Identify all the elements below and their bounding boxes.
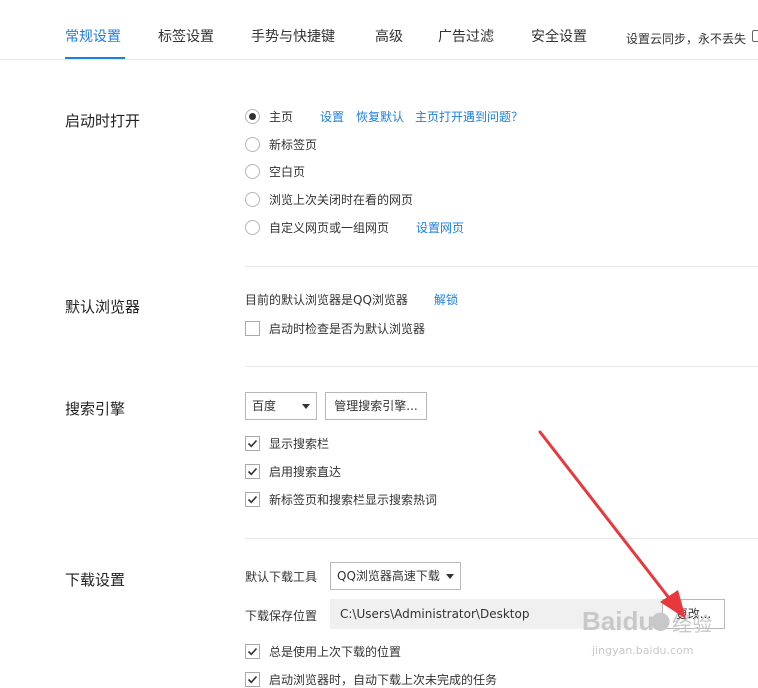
radio-last-session-label: 浏览上次关闭时在看的网页 bbox=[269, 193, 414, 207]
default-browser-status: 目前的默认浏览器是QQ浏览器 bbox=[245, 293, 408, 307]
restore-default-link[interactable]: 恢复默认 bbox=[356, 108, 404, 125]
download-tool-value: QQ浏览器高速下载 bbox=[337, 569, 440, 583]
download-tool-select[interactable]: QQ浏览器高速下载 bbox=[330, 562, 461, 590]
tab-ad-filter[interactable]: 广告过滤 bbox=[438, 26, 494, 46]
tab-security[interactable]: 安全设置 bbox=[531, 26, 587, 46]
watermark-brand: Baidu bbox=[582, 606, 655, 636]
section-divider bbox=[245, 366, 758, 367]
download-tool-label: 默认下载工具 bbox=[245, 570, 318, 584]
homepage-settings-link[interactable]: 设置 bbox=[320, 108, 344, 125]
tab-general[interactable]: 常规设置 bbox=[65, 26, 121, 46]
radio-new-tab[interactable] bbox=[245, 137, 260, 152]
checkmark-icon bbox=[247, 439, 258, 448]
search-direct-checkbox[interactable] bbox=[245, 464, 260, 479]
set-pages-link[interactable]: 设置网页 bbox=[416, 219, 464, 236]
check-default-browser-checkbox[interactable] bbox=[245, 321, 260, 336]
checkmark-icon bbox=[247, 647, 258, 656]
chevron-down-icon bbox=[302, 404, 310, 409]
manage-search-engines-button[interactable]: 管理搜索引擎... bbox=[325, 392, 427, 420]
cloud-sync-link[interactable]: 设置云同步，永不丢失 bbox=[626, 30, 746, 47]
annotation-arrow-shaft bbox=[538, 430, 678, 609]
homepage-problem-link[interactable]: 主页打开遇到问题？ bbox=[415, 108, 523, 125]
section-divider bbox=[245, 266, 758, 267]
unlock-link[interactable]: 解锁 bbox=[434, 291, 458, 308]
header-divider bbox=[0, 59, 758, 60]
use-last-location-checkbox[interactable] bbox=[245, 644, 260, 659]
show-search-bar-checkbox[interactable] bbox=[245, 436, 260, 451]
section-title-startup: 启动时打开 bbox=[65, 112, 141, 130]
tab-tabs[interactable]: 标签设置 bbox=[158, 26, 214, 46]
radio-last-session[interactable] bbox=[245, 192, 260, 207]
check-default-browser-label: 启动时检查是否为默认浏览器 bbox=[269, 322, 426, 336]
search-engine-select[interactable]: 百度 bbox=[245, 392, 317, 420]
tab-advanced[interactable]: 高级 bbox=[375, 26, 403, 46]
download-path-label: 下载保存位置 bbox=[245, 609, 318, 623]
sync-device-icon bbox=[752, 30, 758, 42]
radio-homepage-label: 主页 bbox=[269, 110, 294, 124]
radio-blank-page[interactable] bbox=[245, 164, 260, 179]
search-engine-value: 百度 bbox=[252, 399, 277, 413]
radio-new-tab-label: 新标签页 bbox=[269, 138, 318, 152]
checkmark-icon bbox=[247, 495, 258, 504]
section-divider bbox=[245, 538, 758, 539]
section-title-default-browser: 默认浏览器 bbox=[65, 298, 141, 316]
radio-custom-pages[interactable] bbox=[245, 220, 260, 235]
radio-blank-page-label: 空白页 bbox=[269, 165, 306, 179]
search-direct-label: 启用搜索直达 bbox=[269, 465, 342, 479]
checkmark-icon bbox=[247, 467, 258, 476]
tab-gestures-shortcuts[interactable]: 手势与快捷键 bbox=[251, 26, 335, 46]
show-search-bar-label: 显示搜索栏 bbox=[269, 437, 330, 451]
use-last-location-label: 总是使用上次下载的位置 bbox=[269, 645, 402, 659]
watermark-url: jingyan.baidu.com bbox=[592, 644, 694, 657]
radio-custom-pages-label: 自定义网页或一组网页 bbox=[269, 221, 390, 235]
hot-words-checkbox[interactable] bbox=[245, 492, 260, 507]
section-title-search-engine: 搜索引擎 bbox=[65, 400, 126, 418]
watermark-cn: 经验 bbox=[672, 612, 712, 636]
hot-words-label: 新标签页和搜索栏显示搜索热词 bbox=[269, 493, 438, 507]
watermark-paw-icon: ● bbox=[650, 606, 671, 634]
radio-homepage[interactable] bbox=[245, 109, 260, 124]
chevron-down-icon bbox=[446, 574, 454, 579]
section-title-download: 下载设置 bbox=[65, 571, 126, 589]
